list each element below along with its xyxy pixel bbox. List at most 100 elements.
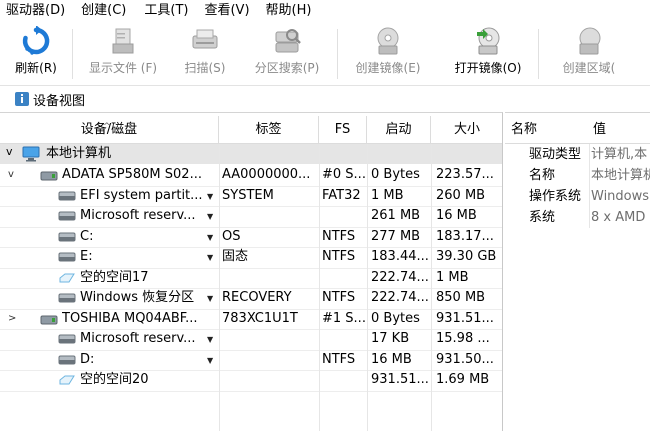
- scan-icon: [188, 26, 222, 56]
- table-row[interactable]: 空的空间20 931.51... 1.69 MB: [0, 370, 502, 391]
- fs-cell: FAT32: [322, 187, 361, 203]
- property-row[interactable]: 驱动类型 计算机,本: [505, 144, 650, 165]
- partition-search-icon: [270, 26, 304, 56]
- partition-icon: [58, 354, 76, 370]
- size-cell: 1 MB: [436, 269, 469, 285]
- create-region-button[interactable]: 创建区域(: [539, 22, 639, 86]
- free-space-icon: [58, 374, 76, 390]
- dropdown-arrow-icon[interactable]: ▼: [207, 294, 213, 303]
- open-image-icon: [471, 26, 505, 56]
- property-row[interactable]: 系统 8 x AMD: [505, 207, 650, 228]
- show-files-icon: [106, 26, 140, 56]
- column-header-fs[interactable]: FS: [319, 116, 367, 144]
- hdd-icon: [40, 313, 58, 331]
- size-cell: 931.50...: [436, 351, 494, 367]
- dropdown-arrow-icon[interactable]: ▼: [207, 192, 213, 201]
- expand-chevron-icon[interactable]: >: [8, 313, 16, 324]
- size-cell: 15.98 ...: [436, 331, 490, 346]
- tab-device-view[interactable]: 设备视图: [10, 88, 90, 110]
- scan-label: 扫描(S): [184, 61, 226, 75]
- sort-caret-icon: ^: [103, 122, 111, 132]
- column-header-device[interactable]: ^ 设备/磁盘: [0, 116, 219, 144]
- property-row[interactable]: 操作系统 Windows: [505, 186, 650, 207]
- properties-pane: 名称 值 驱动类型 计算机,本 名称 本地计算机 操作系统 Windows 系统 8 x AM…: [505, 112, 650, 431]
- table-row[interactable]: > TOSHIBA MQ04ABF... 783XC1U1T #1 S... 0 Byt…: [0, 309, 502, 331]
- partition-icon: [58, 231, 76, 247]
- property-row[interactable]: 名称 本地计算机: [505, 165, 650, 186]
- property-name: 名称: [529, 168, 556, 183]
- refresh-button[interactable]: 刷新(R): [0, 22, 72, 86]
- size-cell: 260 MB: [436, 187, 486, 203]
- dropdown-arrow-icon[interactable]: ▼: [207, 253, 213, 262]
- collapse-chevron-icon[interactable]: v: [6, 145, 13, 158]
- fs-cell: NTFS: [322, 351, 356, 367]
- partition-search-button[interactable]: 分区搜索(P): [237, 22, 337, 86]
- table-row[interactable]: 空的空间17 222.74... 1 MB: [0, 268, 502, 289]
- property-name: 系统: [529, 210, 556, 225]
- property-name: 驱动类型: [529, 147, 582, 162]
- open-image-button[interactable]: 打开镜像(O): [438, 22, 538, 86]
- menu-create[interactable]: 创建(C): [71, 0, 132, 22]
- label-cell: [222, 329, 318, 350]
- label-cell: AA0000000...: [222, 167, 311, 182]
- menu-view[interactable]: 查看(V): [194, 0, 255, 22]
- menu-drive[interactable]: 驱动器(D): [0, 0, 71, 22]
- table-row[interactable]: D: NTFS 16 MB 931.50... ▼: [0, 350, 502, 371]
- start-cell: 277 MB: [371, 228, 421, 244]
- label-cell: [222, 350, 318, 371]
- label-cell: RECOVERY: [222, 290, 292, 305]
- properties-header-name[interactable]: 名称: [511, 116, 537, 144]
- computer-icon: [22, 146, 40, 162]
- property-value: 计算机,本: [591, 147, 648, 162]
- device-name-cell: D:: [80, 351, 95, 367]
- create-image-label: 创建镜像(E): [355, 61, 421, 75]
- fs-cell: [322, 329, 366, 350]
- start-cell: 16 MB: [371, 351, 412, 367]
- group-row-local-computer[interactable]: v 本地计算机: [0, 144, 502, 164]
- dropdown-arrow-icon[interactable]: ▼: [207, 335, 213, 344]
- column-header-label[interactable]: 标签: [219, 116, 319, 144]
- scan-button[interactable]: 扫描(S): [173, 22, 237, 86]
- create-image-icon: [371, 26, 405, 56]
- table-row[interactable]: C: OS NTFS 277 MB 183.17... ▼: [0, 227, 502, 248]
- table-row[interactable]: v ADATA SP580M S02... AA0000000... #0 S... 0…: [0, 165, 502, 187]
- table-row[interactable]: Microsoft reserv... 261 MB 16 MB ▼: [0, 206, 502, 227]
- label-cell: [222, 370, 318, 391]
- device-name-cell: Windows 恢复分区: [80, 290, 195, 305]
- dropdown-arrow-icon[interactable]: ▼: [207, 212, 213, 221]
- toolbar: 刷新(R) 显示文件 (F) 扫描(S) 分区搜索(P) 创建镜像(E) 打开镜…: [0, 22, 650, 86]
- fs-cell: [322, 206, 366, 227]
- column-header-start[interactable]: 启动: [367, 116, 431, 144]
- label-cell: OS: [222, 228, 241, 244]
- create-image-button[interactable]: 创建镜像(E): [338, 22, 438, 86]
- tab-strip: 设备视图: [0, 86, 650, 112]
- device-name-cell: EFI system partit...: [80, 187, 203, 203]
- menu-help[interactable]: 帮助(H): [256, 0, 318, 22]
- ssd-icon: [40, 169, 58, 187]
- label-cell: 783XC1U1T: [222, 310, 298, 326]
- column-divider: [319, 144, 320, 431]
- show-files-button[interactable]: 显示文件 (F): [73, 22, 173, 86]
- table-row[interactable]: EFI system partit... SYSTEM FAT32 1 MB 260 M…: [0, 186, 502, 207]
- size-cell: 850 MB: [436, 290, 486, 305]
- size-cell: 1.69 MB: [436, 372, 490, 387]
- row-divider: [0, 390, 502, 392]
- fs-cell: [322, 268, 366, 289]
- dropdown-arrow-icon[interactable]: ▼: [207, 356, 213, 365]
- partition-icon: [58, 190, 76, 206]
- dropdown-arrow-icon[interactable]: ▼: [207, 233, 213, 242]
- table-row[interactable]: Windows 恢复分区 RECOVERY NTFS 222.74... 850 MB ▼: [0, 288, 502, 309]
- properties-header-value[interactable]: 值: [593, 116, 606, 144]
- device-name-cell: TOSHIBA MQ04ABF...: [62, 310, 198, 326]
- menu-tools[interactable]: 工具(T): [132, 0, 194, 22]
- collapse-chevron-icon[interactable]: v: [8, 169, 14, 180]
- column-divider: [367, 144, 368, 431]
- property-value: Windows: [591, 189, 650, 204]
- column-header-size[interactable]: 大小: [431, 116, 502, 144]
- start-cell: 222.74...: [371, 269, 429, 285]
- fs-cell: #0 S...: [322, 167, 366, 182]
- grid-header: ^ 设备/磁盘 标签 FS 启动 大小: [0, 116, 502, 144]
- table-row[interactable]: Microsoft reserv... 17 KB 15.98 ... ▼: [0, 329, 502, 350]
- table-row[interactable]: E: 固态 NTFS 183.44... 39.30 GB ▼: [0, 247, 502, 268]
- start-cell: 222.74...: [371, 290, 429, 305]
